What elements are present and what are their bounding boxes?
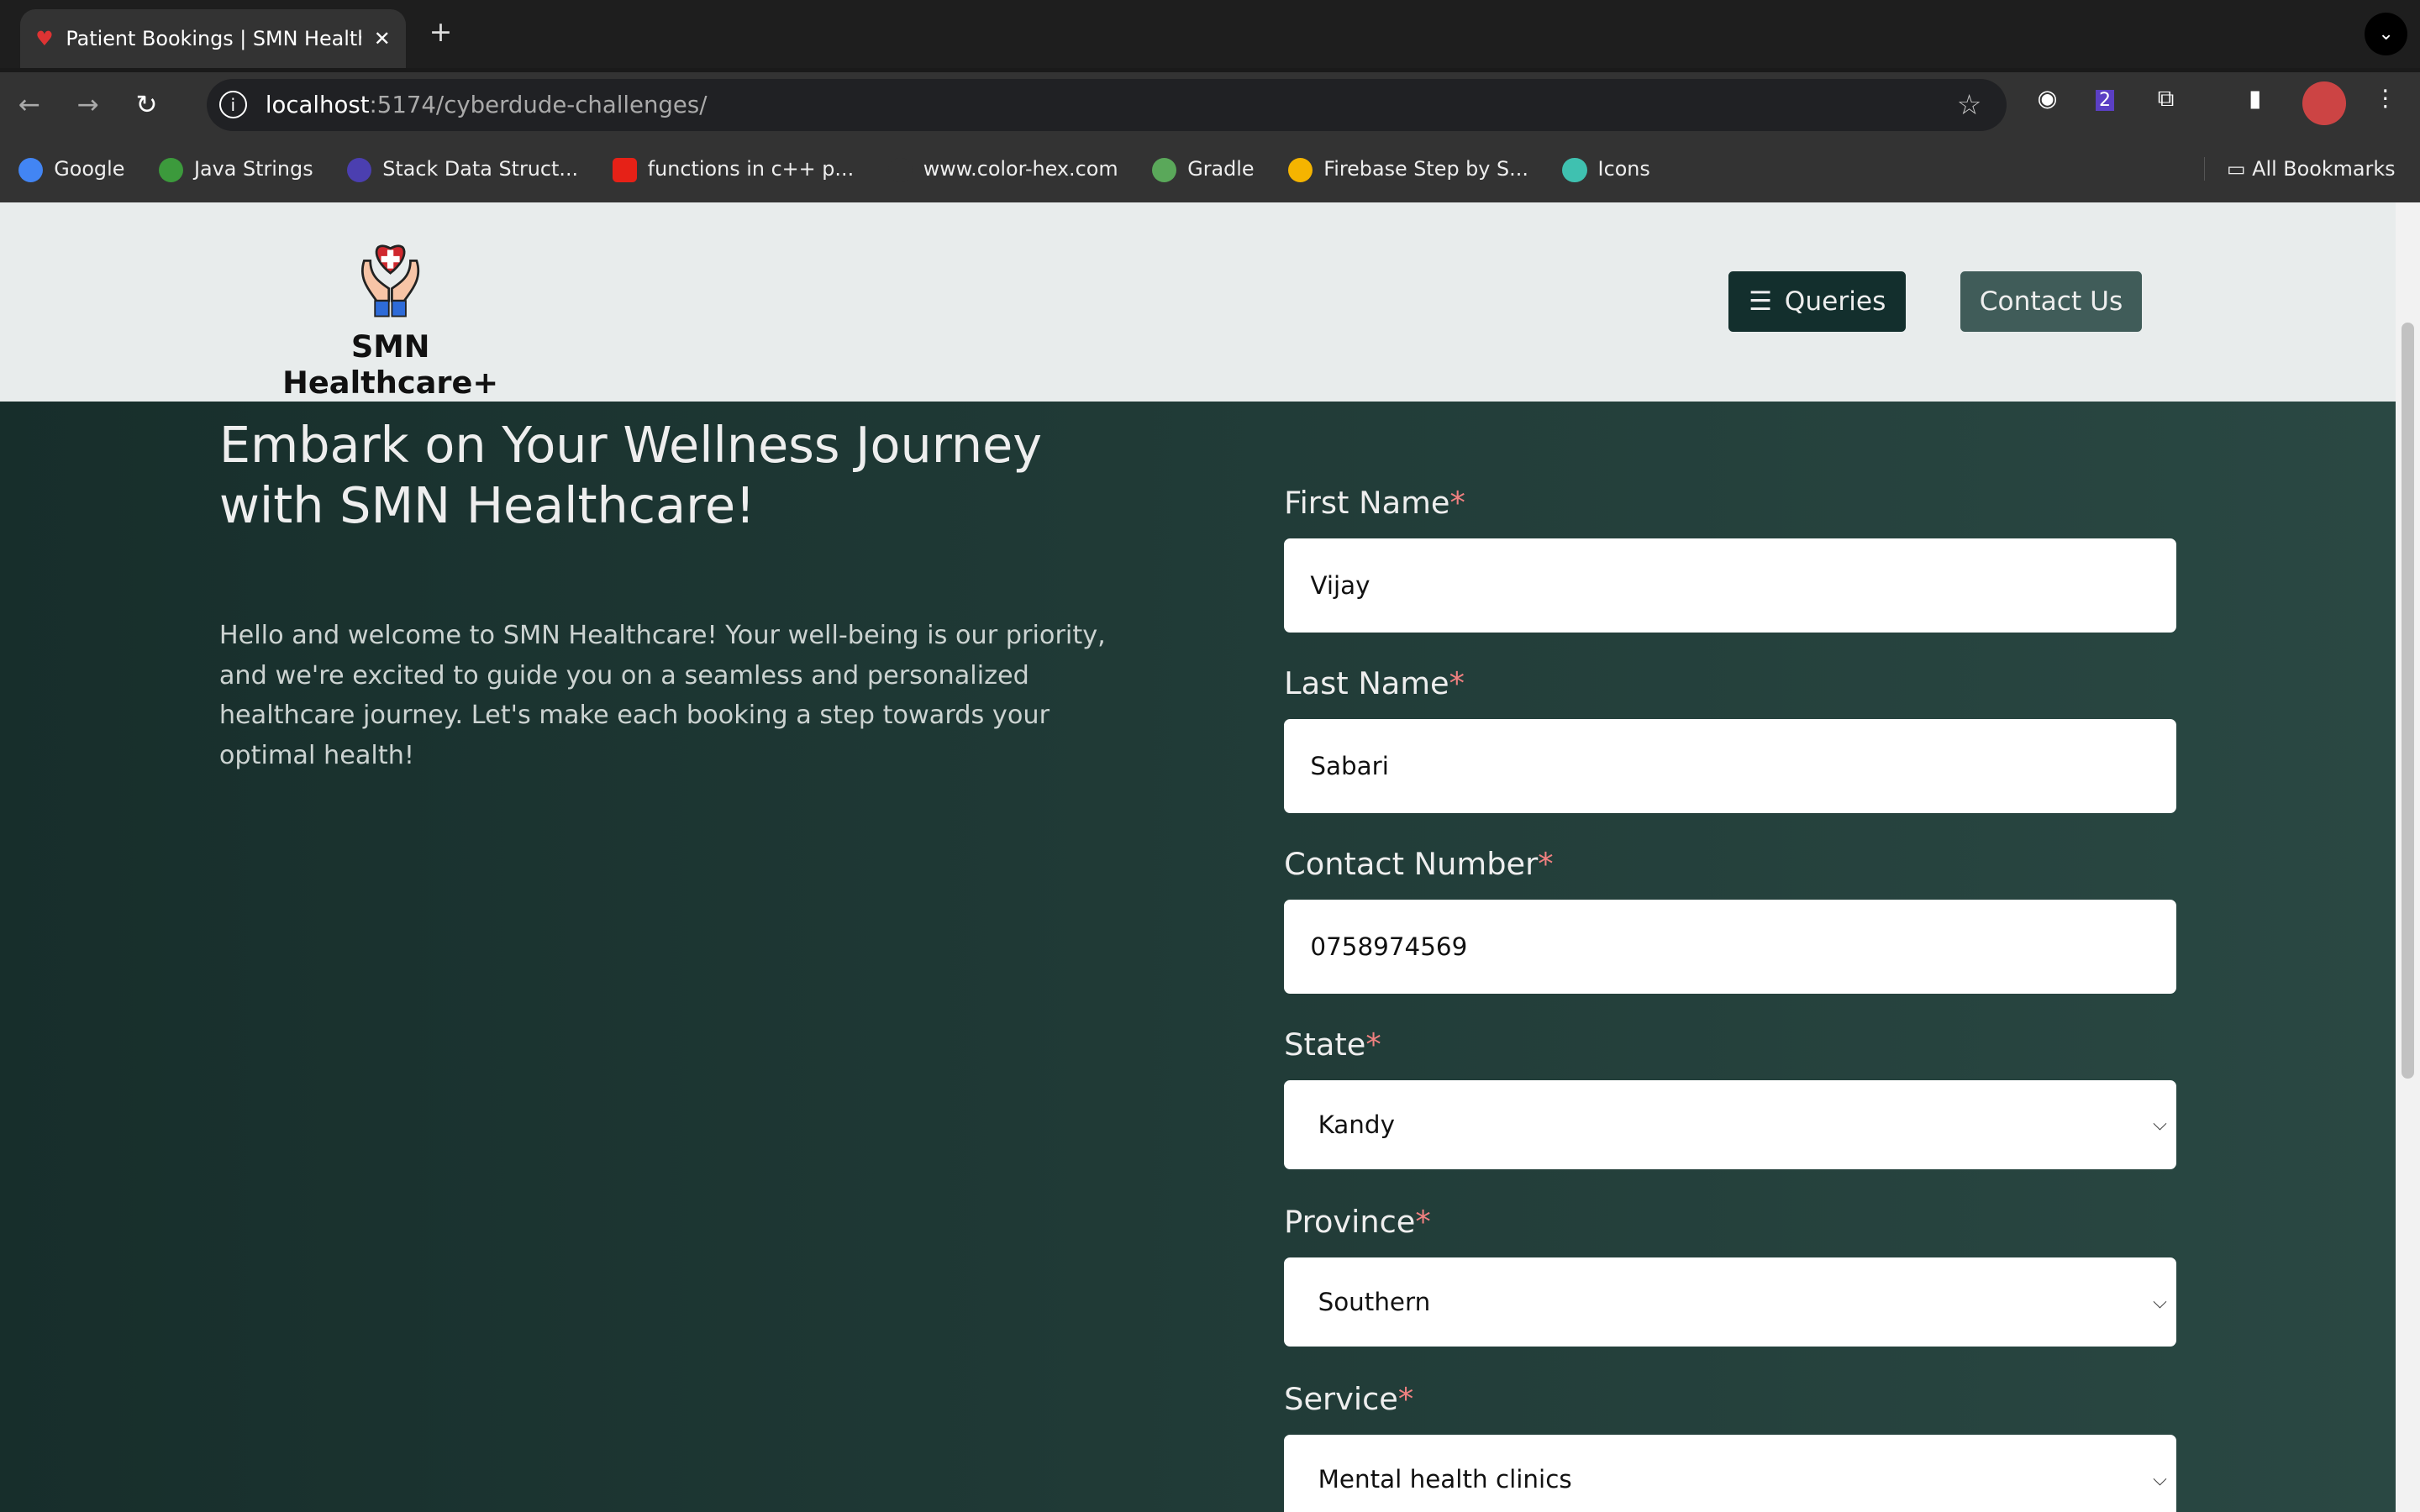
- service-label: Service*: [1284, 1376, 2176, 1435]
- bookmark-favicon-icon: [158, 157, 184, 183]
- bookmark-label: Firebase Step by S...: [1323, 156, 1528, 181]
- bookmark-favicon-icon: [887, 157, 913, 183]
- bookmark-item[interactable]: Firebase Step by S...: [1288, 156, 1528, 183]
- site-header: SMN Healthcare+ ☰ Queries Contact Us: [0, 202, 2396, 402]
- bookmark-label: Java Strings: [194, 156, 313, 181]
- required-mark: *: [1365, 1026, 1381, 1063]
- bookmark-star-icon[interactable]: ☆: [1957, 88, 1982, 121]
- bookmark-item[interactable]: www.color-hex.com: [887, 156, 1118, 183]
- hero-text: Hello and welcome to SMN Healthcare! You…: [218, 620, 1106, 771]
- bookmark-label: Gradle: [1187, 156, 1255, 181]
- reload-icon[interactable]: ↻: [118, 90, 176, 120]
- url-path: :5174/cyberdude-challenges/: [369, 91, 708, 118]
- queries-button[interactable]: ☰ Queries: [1728, 271, 1907, 332]
- bookmark-item[interactable]: Java Strings: [158, 156, 313, 183]
- contact-number-label: Contact Number*: [1284, 841, 2176, 900]
- tab-title: Patient Bookings | SMN Healthcare+: [66, 26, 361, 50]
- first-name-label: First Name*: [1284, 480, 2176, 538]
- required-mark: *: [1397, 1381, 1414, 1418]
- url-host: localhost: [265, 91, 370, 118]
- last-name-input[interactable]: Sabari: [1284, 718, 2176, 813]
- bookmark-label: functions in c++ p...: [647, 156, 855, 181]
- site-info-icon[interactable]: i: [218, 91, 247, 119]
- bookmark-label: Stack Data Struct...: [382, 156, 579, 181]
- label-text: Province: [1284, 1203, 1416, 1240]
- bookmark-favicon-icon: [1152, 157, 1177, 183]
- bookmark-item[interactable]: Icons: [1562, 156, 1650, 183]
- province-select[interactable]: Southern ⌵: [1284, 1257, 2176, 1347]
- required-mark: *: [1449, 665, 1465, 702]
- list-icon: ☰: [1749, 286, 1773, 318]
- bookmarks-bar: Google Java Strings Stack Data Struct...…: [0, 137, 2420, 202]
- extension-2-icon[interactable]: 2: [2096, 89, 2114, 111]
- browser-toolbar: ← → ↻ i localhost:5174/cyberdude-challen…: [0, 72, 2420, 138]
- bookmark-item[interactable]: Stack Data Struct...: [347, 156, 579, 183]
- menu-icon[interactable]: ⋮: [2374, 85, 2397, 112]
- bookmark-item[interactable]: Google: [18, 156, 125, 183]
- bookmark-label: Google: [54, 156, 125, 181]
- extensions-puzzle-icon[interactable]: ⧉: [2158, 85, 2175, 113]
- bookmark-label: www.color-hex.com: [923, 156, 1118, 181]
- last-name-label: Last Name*: [1284, 660, 2176, 719]
- hands-heart-icon: [361, 244, 420, 318]
- bookmark-item[interactable]: Gradle: [1152, 156, 1255, 183]
- chevron-down-icon: ⌵: [2153, 1291, 2167, 1313]
- label-text: Service: [1284, 1381, 1398, 1418]
- hero-title: Embark on Your Wellness Journey with SMN…: [218, 416, 1042, 534]
- extension-icon[interactable]: ◉: [2037, 85, 2057, 112]
- new-tab-button[interactable]: +: [429, 15, 453, 48]
- address-bar[interactable]: i localhost:5174/cyberdude-challenges/ ☆: [207, 78, 2007, 132]
- required-mark: *: [1415, 1203, 1431, 1240]
- browser-tab[interactable]: ♥ Patient Bookings | SMN Healthcare+ ✕: [19, 9, 407, 68]
- label-text: Last Name: [1284, 665, 1449, 702]
- scrollbar[interactable]: [2395, 202, 2420, 1512]
- booking-form: First Name* Vijay Last Name* Sabari Cont…: [1284, 480, 2176, 1512]
- state-value: Kandy: [1318, 1110, 1395, 1139]
- contact-us-label: Contact Us: [1979, 286, 2123, 318]
- chevron-down-icon: ⌵: [2153, 1468, 2167, 1490]
- back-icon[interactable]: ←: [0, 90, 59, 120]
- all-bookmarks-button[interactable]: ▭ All Bookmarks: [2204, 157, 2396, 181]
- brand-logo[interactable]: SMN Healthcare+: [251, 236, 529, 401]
- tab-strip: ♥ Patient Bookings | SMN Healthcare+ ✕ +…: [0, 0, 2420, 68]
- service-value: Mental health clinics: [1318, 1465, 1572, 1494]
- label-text: Contact Number: [1284, 845, 1539, 882]
- contact-us-button[interactable]: Contact Us: [1960, 271, 2143, 332]
- state-select[interactable]: Kandy ⌵: [1284, 1079, 2176, 1170]
- scrollbar-thumb[interactable]: [2401, 322, 2414, 1079]
- state-label: State*: [1284, 1021, 2176, 1080]
- bookmark-favicon-icon: [347, 157, 372, 183]
- queries-label: Queries: [1784, 286, 1886, 318]
- all-bookmarks-label: All Bookmarks: [2252, 157, 2396, 181]
- contact-number-input[interactable]: 0758974569: [1284, 899, 2176, 994]
- tab-search-button[interactable]: ⌄: [2364, 12, 2408, 56]
- bookmark-favicon-icon: [612, 157, 637, 183]
- bookmark-item[interactable]: functions in c++ p...: [612, 156, 855, 183]
- province-value: Southern: [1318, 1288, 1431, 1317]
- province-label: Province*: [1284, 1199, 2176, 1257]
- label-text: State: [1284, 1026, 1366, 1063]
- favicon-icon: ♥: [35, 26, 54, 50]
- first-name-input[interactable]: Vijay: [1284, 538, 2176, 633]
- bookmark-favicon-icon: [1288, 157, 1313, 183]
- service-select[interactable]: Mental health clinics ⌵: [1284, 1434, 2176, 1512]
- brand-name: SMN Healthcare+: [282, 328, 499, 401]
- chevron-down-icon: ⌵: [2153, 1114, 2167, 1136]
- bookmark-label: Icons: [1597, 156, 1650, 181]
- profile-avatar[interactable]: [2302, 81, 2346, 125]
- folder-icon: ▭: [2227, 157, 2253, 181]
- close-tab-icon[interactable]: ✕: [374, 27, 391, 50]
- page: SMN Healthcare+ ☰ Queries Contact Us Emba…: [0, 202, 2396, 1512]
- side-panel-icon[interactable]: ▮: [2249, 85, 2261, 112]
- forward-icon[interactable]: →: [59, 90, 118, 120]
- label-text: First Name: [1284, 485, 1450, 522]
- required-mark: *: [1449, 485, 1465, 522]
- bookmark-favicon-icon: [1562, 157, 1587, 183]
- bookmark-favicon-icon: [18, 157, 44, 183]
- required-mark: *: [1538, 845, 1554, 882]
